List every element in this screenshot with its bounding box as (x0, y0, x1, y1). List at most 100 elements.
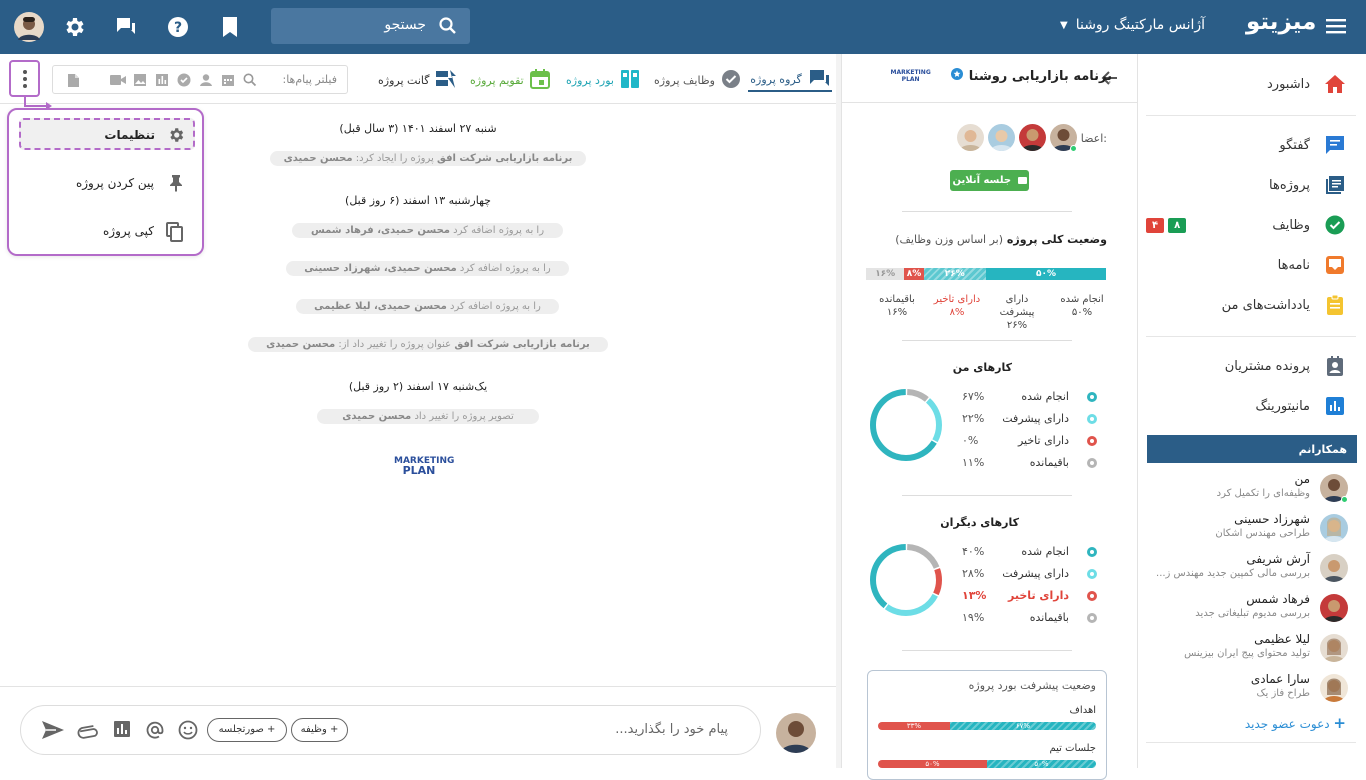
video-filter-icon[interactable] (109, 73, 127, 90)
sidebar-item-label: پروژه‌ها (1269, 177, 1310, 193)
colleague-status: بررسی مدیوم تبلیغاتی جدید (1195, 608, 1310, 619)
messages-icon[interactable] (111, 12, 141, 42)
tab-project-calendar[interactable]: تقویم پروژه (470, 68, 550, 92)
kebab-dot (22, 76, 27, 81)
search-filter-icon[interactable] (243, 73, 257, 90)
home-icon (1324, 73, 1346, 95)
overall-segment-progress: ۲۶% (923, 268, 986, 280)
attachment-icon[interactable] (77, 720, 99, 743)
tab-project-tasks[interactable]: وظایف پروژه (654, 68, 741, 92)
feed-event: را به پروژه اضافه کرد محسن حمیدی، فرهاد … (292, 223, 563, 238)
message-input[interactable]: پیام خود را بگذارید... + وظیفه + صورتجلس… (20, 705, 761, 755)
workspace-selector[interactable]: آژانس مارکتینگ روشنا ▼ (1060, 17, 1205, 33)
composer-avatar (776, 713, 816, 753)
tab-project-board[interactable]: بورد پروژه (566, 68, 640, 92)
send-icon[interactable] (41, 720, 65, 743)
gantt-icon (435, 69, 457, 92)
plus-icon: + (1333, 714, 1346, 732)
more-options-button[interactable] (9, 60, 40, 97)
tasks-icon (1324, 214, 1346, 236)
colleague-item[interactable]: شهرزاد حسینی طراحی مهندس اشکان (1138, 512, 1348, 548)
sidebar-item-mail[interactable]: نامه‌ها (1146, 251, 1346, 279)
projects-icon (1324, 174, 1346, 196)
sidebar-item-tasks[interactable]: وظایف ۴ ۸ (1146, 211, 1346, 239)
add-minutes-chip[interactable]: + صورتجلسه (207, 718, 287, 742)
image-filter-icon[interactable] (133, 73, 147, 90)
colleague-item[interactable]: من وظیفه‌ای را تکمیل کرد (1138, 472, 1348, 508)
feed-event: برنامه بازاریابی شرکت افق پروژه را ایجاد… (270, 151, 586, 166)
colleague-item[interactable]: فرهاد شمس بررسی مدیوم تبلیغاتی جدید (1138, 592, 1348, 628)
project-info-panel: برنامه بازاریابی روشنا MARKETING PLAN اع… (841, 54, 1138, 780)
legend-label: باقیمانده (1029, 456, 1069, 469)
legend-value: ۸% (949, 307, 965, 318)
legend-dot (1087, 547, 1097, 557)
monitoring-icon (1324, 395, 1346, 417)
invite-member-link[interactable]: + دعوت عضو جدید (1245, 714, 1346, 732)
member-avatar[interactable] (988, 124, 1015, 151)
tab-project-gantt[interactable]: گانت پروژه (378, 68, 457, 92)
menu-item-copy-project[interactable]: کپی پروژه (9, 216, 202, 248)
sidebar-item-label: گفتگو (1279, 137, 1310, 153)
legend-label: دارای پیشرفت (1002, 567, 1069, 580)
user-filter-icon[interactable] (199, 73, 213, 90)
project-logo: MARKETING PLAN (890, 69, 930, 83)
mention-icon[interactable] (145, 720, 165, 743)
menu-item-settings[interactable]: تنظیمات (19, 118, 195, 150)
legend-label: دارای تاخیر (1017, 434, 1069, 447)
poll-icon[interactable] (113, 720, 131, 741)
feed-event: را به پروژه اضافه کرد محسن حمیدی، لیلا ع… (296, 299, 559, 314)
bookmark-icon[interactable] (215, 12, 245, 42)
add-task-chip[interactable]: + وظیفه (291, 718, 348, 742)
tab-project-group[interactable]: گروه پروژه (748, 68, 832, 92)
project-image-logo: MARKETING PLAN (394, 456, 454, 477)
user-avatar[interactable] (12, 10, 46, 44)
feed-date-header: شنبه ۲۷ اسفند ۱۴۰۱ (۳ سال قبل) (339, 122, 497, 135)
calendar-filter-icon[interactable] (221, 73, 235, 90)
legend-value: ۴۰% (962, 545, 985, 558)
logo-line: PLAN (402, 464, 436, 477)
sidebar-item-contacts[interactable]: پرونده مشتریان (1146, 352, 1346, 380)
mail-icon (1324, 254, 1346, 276)
task-filter-icon[interactable] (177, 73, 191, 90)
top-bar: ? جستجو آژانس مارکتینگ روشنا ▼ میزیتو (0, 0, 1366, 54)
board-row-label: اهداف (1069, 705, 1096, 716)
legend-label: انجام شده (1021, 390, 1069, 403)
poll-filter-icon[interactable] (155, 73, 169, 90)
sidebar-item-notes[interactable]: یادداشت‌های من (1146, 291, 1346, 319)
overall-status-title-text: وضعیت کلی پروژه (1006, 233, 1107, 246)
contacts-icon (1324, 355, 1346, 377)
colleague-item[interactable]: سارا عمادی طراح فاز یک (1138, 672, 1348, 708)
help-icon[interactable]: ? (163, 12, 193, 42)
message-composer: پیام خود را بگذارید... + وظیفه + صورتجلس… (0, 686, 836, 768)
overall-segment-delayed: ۸% (904, 268, 924, 280)
sidebar-item-monitoring[interactable]: مانیتورینگ (1146, 392, 1346, 420)
member-avatar[interactable] (1019, 124, 1046, 151)
menu-item-pin-project[interactable]: پین کردن پروژه (9, 168, 202, 200)
menu-item-label: کپی پروژه (103, 224, 154, 238)
svg-text:?: ? (174, 20, 182, 36)
tab-label: وظایف پروژه (654, 73, 715, 87)
settings-gear-icon (167, 126, 185, 147)
event-actor: محسن حمیدی (283, 153, 353, 164)
colleague-item[interactable]: لیلا عظیمی تولید محتوای پیج ایران بیزینس (1138, 632, 1348, 668)
colleague-name: من (1294, 472, 1310, 486)
menu-hamburger-icon[interactable] (1326, 18, 1346, 37)
project-header: برنامه بازاریابی روشنا MARKETING PLAN (890, 68, 1112, 84)
legend-dot (1087, 613, 1097, 623)
colleague-name: آرش شریفی (1246, 552, 1310, 566)
colleague-item[interactable]: آرش شریفی بررسی مالی کمپین جدید مهندس ز.… (1138, 552, 1348, 588)
sidebar-item-dashboard[interactable]: داشبورد (1146, 70, 1346, 98)
member-avatar[interactable] (957, 124, 984, 151)
search-bar[interactable]: جستجو (271, 8, 470, 44)
emoji-icon[interactable] (178, 720, 198, 743)
online-meeting-button[interactable]: جلسه آنلاین (950, 170, 1029, 191)
sidebar-item-label: نامه‌ها (1277, 257, 1310, 273)
legend-dot (1087, 436, 1097, 446)
chat-icon (1324, 134, 1346, 156)
legend-value: ۰% (962, 434, 979, 447)
legend-done: انجام شده ۵۰% (1052, 293, 1112, 319)
sidebar-item-projects[interactable]: پروژه‌ها (1146, 171, 1346, 199)
sidebar-item-chat[interactable]: گفتگو (1146, 131, 1346, 159)
settings-gear-icon[interactable] (59, 12, 89, 42)
file-filter-icon[interactable] (67, 73, 80, 91)
